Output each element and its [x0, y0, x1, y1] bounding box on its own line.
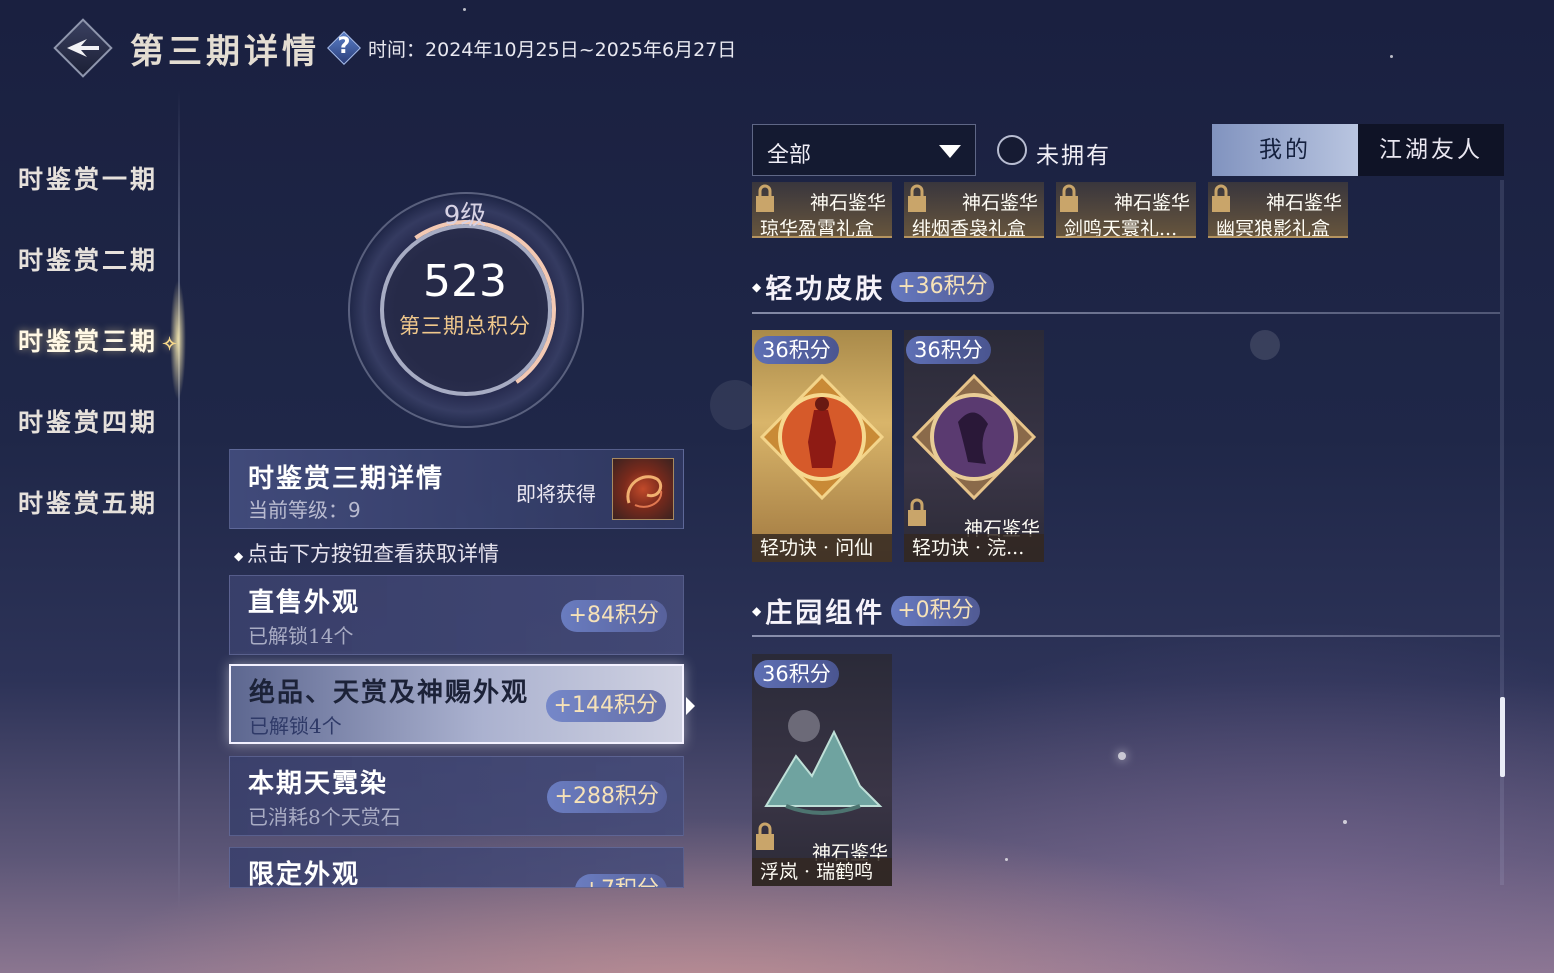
detail-title: 时鉴赏三期详情 [248, 464, 445, 494]
nav-item-period-3[interactable]: 时鉴赏三期 ✧ [18, 322, 180, 358]
section-header-manor: ◆ 庄园组件 +0积分 [752, 591, 980, 630]
nav-item-period-2[interactable]: 时鉴赏二期 [18, 241, 158, 277]
soon-label: 即将获得 [516, 482, 596, 506]
lock-icon [1060, 184, 1078, 212]
points-badge: +0积分 [891, 595, 980, 626]
mountain-island-icon [764, 710, 883, 815]
category-dye[interactable]: 本期天霓染 已消耗8个天赏石 +288积分 [229, 756, 684, 836]
lock-icon [908, 184, 926, 212]
current-level: 当前等级：9 [248, 498, 361, 522]
category-direct-sale[interactable]: 直售外观 已解锁14个 +84积分 [229, 575, 684, 655]
points-badge: +7积分 [574, 874, 667, 887]
time-value: 2024年10月25日~2025年6月27日 [425, 38, 737, 61]
gift-item[interactable]: 神石鉴华 琼华盈霄礼盒 [752, 182, 892, 238]
skin-item[interactable]: 36积分 神石鉴华 轻功诀 · 浣... [904, 330, 1044, 562]
lock-icon [1212, 184, 1230, 212]
scrollbar-track[interactable] [1500, 180, 1504, 885]
manor-item[interactable]: 36积分 神石鉴华 浮岚 · 瑞鹤鸣 [752, 654, 892, 886]
reward-swirl-icon [626, 475, 663, 508]
unowned-radio[interactable] [997, 135, 1027, 165]
total-score: 523 [423, 256, 507, 307]
star-decoration [463, 8, 466, 11]
gift-item[interactable]: 神石鉴华 剑鸣天寰礼... [1056, 182, 1196, 238]
back-arrow-icon [67, 39, 99, 57]
section-divider [752, 312, 1500, 314]
section-header-qinggong: ◆ 轻功皮肤 +36积分 [752, 267, 994, 306]
next-reward-thumbnail[interactable] [612, 458, 674, 520]
points-badge: 36积分 [754, 336, 839, 364]
star-decoration [1343, 820, 1347, 824]
category-premium[interactable]: 绝品、天赏及神赐外观 已解锁4个 +144积分 [229, 664, 684, 744]
skin-item[interactable]: 36积分 轻功诀 · 问仙 [752, 330, 892, 562]
points-badge: +36积分 [891, 271, 994, 302]
nav-divider [178, 90, 180, 910]
total-score-label: 第三期总积分 [399, 314, 531, 338]
points-badge: 36积分 [754, 660, 839, 688]
tab-mine[interactable]: 我的 [1212, 124, 1358, 176]
active-category-arrow-icon [686, 697, 695, 715]
level-text: 9级 [443, 201, 487, 231]
tab-friends[interactable]: 江湖友人 [1358, 124, 1504, 176]
star-decoration [1118, 752, 1126, 760]
score-ring: 9级 523 第三期总积分 [300, 150, 630, 450]
lock-icon [908, 498, 926, 526]
section-divider [752, 635, 1500, 637]
gift-item[interactable]: 神石鉴华 幽冥狼影礼盒 [1208, 182, 1348, 238]
gift-item[interactable]: 神石鉴华 绯烟香袅礼盒 [904, 182, 1044, 238]
lock-icon [756, 184, 774, 212]
dropdown-caret-icon [939, 145, 961, 158]
star-decoration [1390, 55, 1393, 58]
period-detail-card[interactable]: 时鉴赏三期详情 当前等级：9 即将获得 [229, 449, 684, 529]
back-button[interactable] [52, 17, 114, 79]
points-badge: +144积分 [545, 690, 666, 722]
sparkle-icon: ✧ [162, 334, 181, 355]
header: 第三期详情 ? 时间： 2024年10月25日~2025年6月27日 [52, 18, 736, 78]
scrollbar-thumb[interactable] [1500, 697, 1505, 777]
points-badge: 36积分 [906, 336, 991, 364]
points-badge: +288积分 [546, 781, 667, 813]
points-badge: +84积分 [560, 600, 667, 632]
category-limited[interactable]: 限定外观 +7积分 [229, 847, 684, 888]
qinggong-emblem-icon [759, 373, 885, 501]
qinggong-emblem-icon [911, 373, 1037, 501]
category-dropdown[interactable]: 全部 [752, 124, 976, 176]
lock-icon [756, 822, 774, 850]
nav-item-period-4[interactable]: 时鉴赏四期 [18, 403, 158, 439]
unowned-label[interactable]: 未拥有 [1036, 136, 1111, 170]
time-label: 时间： [368, 38, 426, 61]
hint-text: 点击下方按钮查看获取详情 [234, 538, 499, 568]
star-decoration [1005, 858, 1008, 861]
page-title: 第三期详情 [130, 31, 320, 72]
nav-item-period-1[interactable]: 时鉴赏一期 [18, 160, 158, 196]
help-icon[interactable]: ? [327, 31, 361, 65]
nav-item-period-5[interactable]: 时鉴赏五期 [18, 484, 158, 520]
star-decoration [1250, 330, 1280, 360]
